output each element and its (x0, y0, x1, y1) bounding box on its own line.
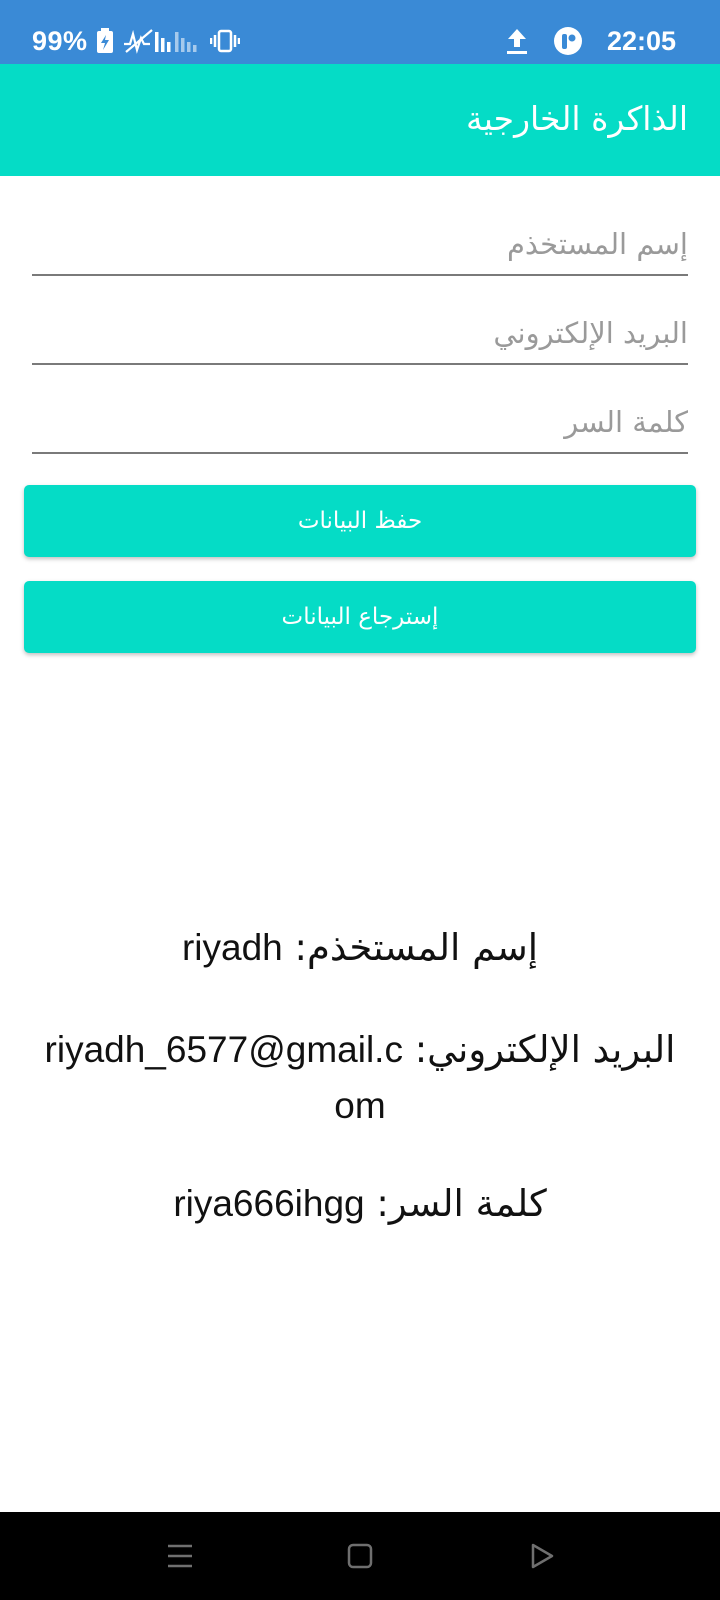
result-email: البريد الإلكتروني: riyadh_6577@gmail.com (40, 1022, 680, 1134)
save-data-button[interactable]: حفظ البيانات (24, 485, 696, 557)
result-username-value: riyadh (181, 927, 283, 968)
result-password-label: كلمة السر: (364, 1182, 547, 1225)
result-email-value: riyadh_6577@gmail.com (44, 1029, 403, 1126)
battery-charging-icon (96, 28, 114, 54)
load-data-button[interactable]: إسترجاع البيانات (24, 581, 696, 653)
result-password-value: riya666ihgg (173, 1183, 365, 1224)
app-title: الذاكرة الخارجية (466, 99, 688, 138)
navigation-bar (0, 1512, 720, 1600)
menu-icon (166, 1543, 194, 1569)
app-notification-icon (553, 26, 583, 56)
username-input[interactable] (32, 214, 688, 274)
vibrate-icon (209, 28, 240, 54)
result-username: إسم المستخذم: riyadh (40, 920, 680, 976)
menu-button[interactable] (154, 1530, 206, 1582)
result-username-label: إسم المستخذم: (282, 926, 538, 969)
username-field[interactable] (32, 214, 688, 276)
password-field[interactable] (32, 392, 688, 454)
result-email-label: البريد الإلكتروني: (402, 1028, 676, 1071)
email-input[interactable] (32, 303, 688, 363)
result-password: كلمة السر: riya666ihgg (40, 1176, 680, 1232)
battery-percent: 99% (32, 25, 88, 56)
email-field[interactable] (32, 303, 688, 365)
status-clock: 22:05 (606, 25, 676, 56)
status-bar: 99% 22:05 (0, 0, 720, 64)
home-icon (347, 1543, 373, 1569)
upload-icon (505, 27, 529, 55)
back-icon (529, 1542, 555, 1570)
app-bar: الذاكرة الخارجية (0, 64, 720, 176)
home-button[interactable] (334, 1530, 386, 1582)
password-input[interactable] (32, 392, 688, 452)
back-button[interactable] (516, 1530, 568, 1582)
signal-icon (122, 28, 202, 54)
